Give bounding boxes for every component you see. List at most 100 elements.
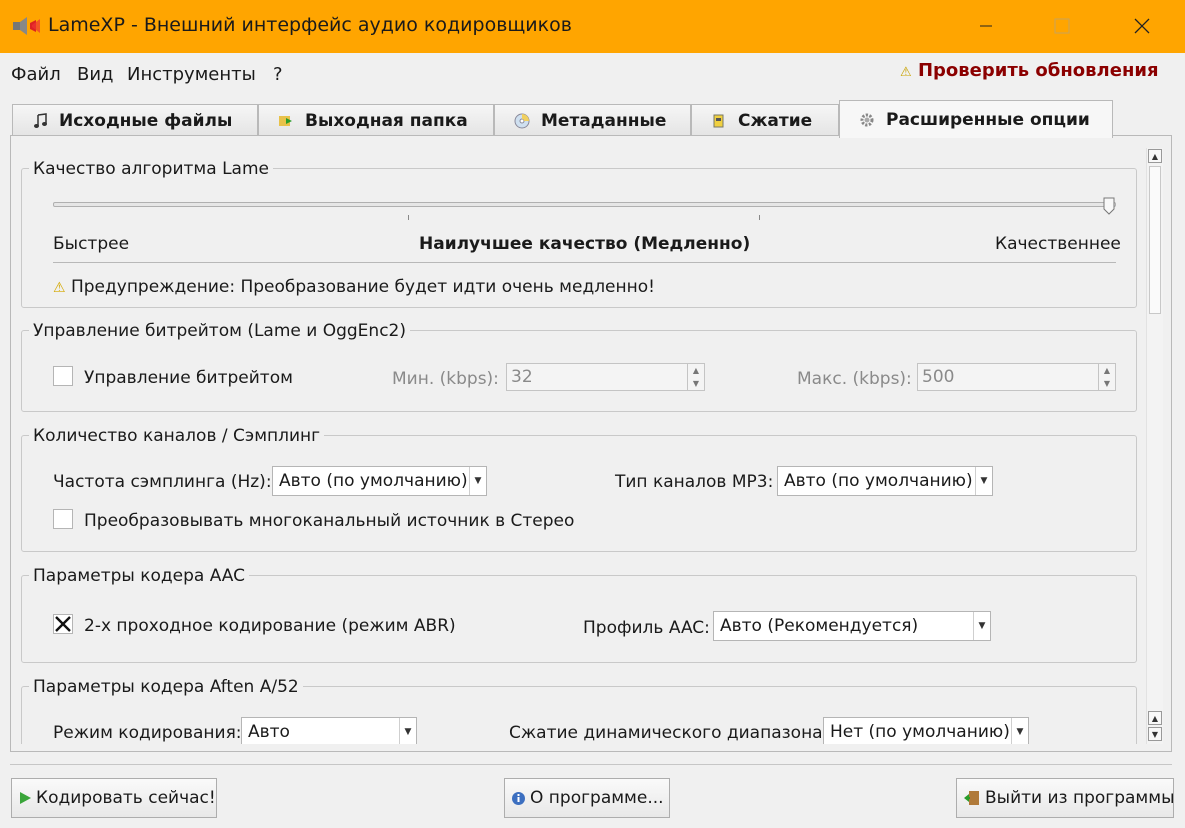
encoding-mode-combo[interactable]: Авто ▼	[241, 717, 417, 744]
window-title: LameXP - Внешний интерфейс аудио кодиров…	[48, 14, 572, 36]
max-bitrate-stepper[interactable]: ▲ ▼	[1098, 364, 1115, 390]
scroll-up-button[interactable]: ▲	[1148, 149, 1162, 163]
arrow-down-icon[interactable]: ▼	[688, 377, 704, 390]
vertical-scrollbar[interactable]: ▲ ▲ ▼	[1146, 148, 1163, 744]
menu-file[interactable]: Файл	[11, 64, 61, 85]
min-bitrate-spinbox[interactable]: 32 ▲ ▼	[506, 363, 705, 391]
tab-compression[interactable]: Сжатие	[691, 104, 839, 136]
info-icon	[511, 791, 526, 806]
scroll-page-up-button[interactable]: ▲	[1148, 711, 1162, 725]
divider	[53, 262, 1116, 263]
bitrate-title: Управление битрейтом (Lame и OggEnc2)	[29, 321, 410, 341]
encode-now-button[interactable]: Кодировать сейчас!	[11, 778, 217, 818]
stereo-downmix-checkbox[interactable]	[53, 509, 73, 529]
menu-view[interactable]: Вид	[77, 64, 114, 85]
arrow-up-icon[interactable]: ▲	[688, 364, 704, 377]
scroll-thumb[interactable]	[1149, 166, 1161, 314]
cd-icon	[513, 113, 531, 129]
check-updates-link[interactable]: ⚠ Проверить обновления	[900, 60, 1159, 80]
tab-source-files-label: Исходные файлы	[59, 110, 233, 131]
tab-metadata-label: Метаданные	[541, 110, 667, 131]
tab-source-files[interactable]: Исходные файлы	[12, 104, 258, 136]
aac-profile-value: Авто (Рекомендуется)	[720, 616, 919, 636]
aac-title: Параметры кодера AAC	[29, 566, 250, 586]
mp3-channels-combo[interactable]: Авто (по умолчанию) ▼	[777, 466, 993, 496]
menu-tools[interactable]: Инструменты	[127, 64, 256, 85]
exit-label: Выйти из программы	[985, 788, 1175, 808]
tab-compression-label: Сжатие	[738, 110, 813, 131]
slider-right-label: Качественнее	[995, 234, 1121, 254]
arrow-up-icon[interactable]: ▲	[1099, 364, 1115, 377]
exit-door-icon	[963, 790, 981, 806]
speaker-icon	[12, 16, 42, 36]
aac-profile-combo[interactable]: Авто (Рекомендуется) ▼	[713, 611, 991, 641]
min-bitrate-label: Мин. (kbps):	[392, 369, 499, 389]
aac-profile-label: Профиль AAC:	[583, 618, 710, 638]
music-note-icon	[31, 112, 49, 129]
tab-output-folder[interactable]: Выходная папка	[258, 104, 494, 136]
gear-icon	[858, 112, 876, 128]
quality-warning-text: Предупреждение: Преобразование будет идт…	[70, 277, 655, 297]
compress-icon	[710, 113, 728, 129]
chevron-down-icon: ▼	[399, 718, 416, 744]
encoding-mode-value: Авто	[248, 722, 290, 742]
tab-metadata[interactable]: Метаданные	[494, 104, 691, 136]
encode-now-label: Кодировать сейчас!	[36, 788, 216, 808]
minimize-button[interactable]	[964, 6, 1008, 46]
bitrate-checkbox[interactable]	[53, 366, 73, 386]
chevron-down-icon: ▼	[973, 612, 990, 640]
mp3-channels-value: Авто (по умолчанию)	[784, 471, 973, 491]
quality-warning: ⚠ Предупреждение: Преобразование будет и…	[53, 277, 655, 297]
quality-slider-track[interactable]	[53, 202, 1116, 207]
lame-quality-title: Качество алгоритма Lame	[29, 159, 273, 179]
arrow-down-icon[interactable]: ▼	[1099, 377, 1115, 390]
drc-combo[interactable]: Нет (по умолчанию) ▼	[823, 717, 1029, 744]
bitrate-checkbox-label: Управление битрейтом	[84, 368, 293, 388]
aften-clip: Параметры кодера Aften A/52 Режим кодиро…	[12, 670, 1142, 744]
warning-icon: ⚠	[53, 280, 66, 296]
sample-rate-label: Частота сэмплинга (Hz):	[53, 472, 272, 492]
maximize-icon	[1054, 18, 1070, 34]
scroll-down-button[interactable]: ▼	[1148, 727, 1162, 741]
close-button[interactable]	[1120, 6, 1164, 46]
maximize-button[interactable]	[1040, 6, 1084, 46]
about-label: О программе...	[530, 788, 664, 808]
slider-tick	[408, 215, 409, 220]
encoding-mode-label: Режим кодирования:	[53, 723, 242, 743]
chevron-down-icon: ▼	[975, 467, 992, 495]
drc-label: Сжатие динамического диапазона:	[509, 723, 829, 743]
checkmark-x-icon	[55, 616, 71, 632]
min-bitrate-stepper[interactable]: ▲ ▼	[687, 364, 704, 390]
min-bitrate-value: 32	[511, 367, 533, 387]
slider-value-label: Наилучшее качество (Медленно)	[419, 234, 751, 254]
chevron-down-icon: ▼	[1011, 718, 1028, 744]
quality-slider-handle[interactable]	[1103, 197, 1115, 215]
two-pass-checkbox[interactable]	[53, 614, 73, 634]
max-bitrate-label: Макс. (kbps):	[797, 369, 912, 389]
exit-button[interactable]: Выйти из программы	[956, 778, 1175, 818]
close-icon	[1134, 18, 1150, 34]
sample-rate-combo[interactable]: Авто (по умолчанию) ▼	[272, 466, 487, 496]
tab-advanced-options[interactable]: Расширенные опции	[839, 100, 1113, 138]
footer-separator	[10, 764, 1172, 765]
drc-value: Нет (по умолчанию)	[830, 722, 1010, 742]
aften-title: Параметры кодера Aften A/52	[29, 677, 303, 697]
channels-title: Количество каналов / Сэмплинг	[29, 426, 325, 446]
chevron-down-icon: ▼	[469, 467, 486, 495]
sample-rate-value: Авто (по умолчанию)	[279, 471, 468, 491]
mp3-channels-label: Тип каналов MP3:	[615, 472, 774, 492]
minimize-icon	[980, 25, 992, 27]
max-bitrate-spinbox[interactable]: 500 ▲ ▼	[917, 363, 1116, 391]
folder-arrow-icon	[277, 113, 295, 129]
tab-output-folder-label: Выходная папка	[305, 110, 468, 131]
two-pass-label: 2-х проходное кодирование (режим ABR)	[84, 616, 456, 636]
warning-icon: ⚠	[900, 65, 912, 80]
menu-help[interactable]: ?	[273, 64, 283, 85]
check-updates-label: Проверить обновления	[917, 60, 1159, 80]
slider-left-label: Быстрее	[53, 234, 130, 254]
stereo-downmix-label: Преобразовывать многоканальный источник …	[84, 511, 575, 531]
play-icon	[18, 791, 32, 805]
max-bitrate-value: 500	[922, 367, 955, 387]
slider-tick	[759, 215, 760, 220]
about-button[interactable]: О программе...	[504, 778, 670, 818]
